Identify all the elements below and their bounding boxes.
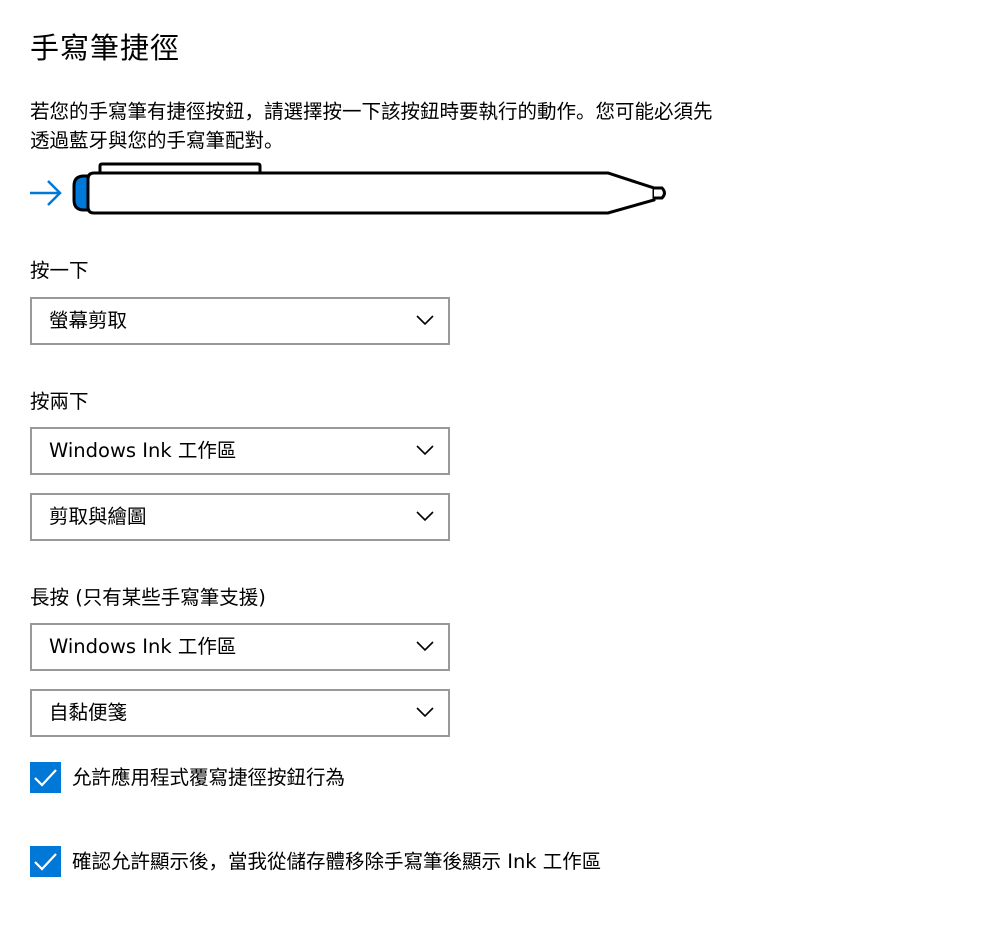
right-arrow-icon (30, 180, 62, 206)
checkbox-label: 確認允許顯示後，當我從儲存體移除手寫筆後顯示 Ink 工作區 (72, 850, 602, 873)
single-click-dropdown[interactable]: 螢幕剪取 (30, 297, 450, 345)
dropdown-value: Windows Ink 工作區 (49, 439, 237, 462)
checkbox-box[interactable] (30, 846, 61, 877)
chevron-down-icon (416, 641, 434, 652)
pen-illustration (30, 162, 666, 215)
chevron-down-icon (416, 315, 434, 326)
double-click-dropdown-2[interactable]: 剪取與繪圖 (30, 493, 450, 541)
press-hold-dropdown-2[interactable]: 自黏便箋 (30, 689, 450, 737)
checkmark-icon (34, 769, 57, 787)
chevron-down-icon (416, 707, 434, 718)
dropdown-value: Windows Ink 工作區 (49, 635, 237, 658)
chevron-down-icon (416, 511, 434, 522)
dropdown-value: 自黏便箋 (49, 701, 128, 724)
chevron-down-icon (416, 445, 434, 456)
page-title: 手寫筆捷徑 (30, 31, 181, 65)
press-hold-label: 長按 (只有某些手寫筆支援) (30, 586, 266, 609)
single-click-label: 按一下 (30, 259, 89, 282)
page-description: 若您的手寫筆有捷徑按鈕，請選擇按一下該按鈕時要執行的動作。您可能必須先透過藍牙與… (30, 100, 713, 152)
dropdown-value: 剪取與繪圖 (49, 505, 147, 528)
press-hold-dropdown-1[interactable]: Windows Ink 工作區 (30, 623, 450, 671)
checkbox-box[interactable] (30, 762, 61, 793)
double-click-dropdown-1[interactable]: Windows Ink 工作區 (30, 427, 450, 475)
dropdown-value: 螢幕剪取 (49, 309, 128, 332)
checkbox-label: 允許應用程式覆寫捷徑按鈕行為 (72, 766, 346, 789)
double-click-label: 按兩下 (30, 390, 89, 413)
pen-icon (72, 162, 666, 215)
checkmark-icon (34, 853, 57, 871)
